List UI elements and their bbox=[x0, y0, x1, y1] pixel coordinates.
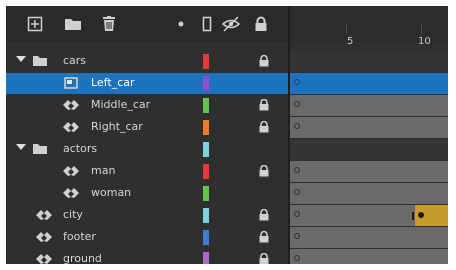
lock-icon[interactable] bbox=[258, 99, 270, 111]
frame-track-woman[interactable] bbox=[290, 183, 448, 204]
lock-icon[interactable] bbox=[258, 55, 270, 67]
tween-layer-icon bbox=[62, 120, 80, 134]
new-layer-icon[interactable] bbox=[26, 15, 44, 33]
empty-keyframe[interactable] bbox=[294, 211, 300, 217]
layer-name: man bbox=[91, 164, 116, 177]
layer-name: woman bbox=[91, 186, 132, 199]
outline-icon[interactable] bbox=[198, 15, 216, 33]
layer-color-swatch[interactable] bbox=[203, 164, 209, 179]
ruler-tick bbox=[346, 24, 347, 34]
timeline-panel: 5 10 cars Left_car Middle_car Right_car bbox=[6, 6, 448, 264]
layer-color-swatch[interactable] bbox=[203, 142, 209, 157]
layer-toolbar bbox=[6, 6, 288, 42]
layer-name: city bbox=[63, 208, 83, 221]
empty-keyframe[interactable] bbox=[294, 79, 300, 85]
layer-row-city[interactable]: city bbox=[6, 205, 288, 226]
frame-track-middle-car[interactable] bbox=[290, 95, 448, 116]
frame-track-city[interactable] bbox=[290, 205, 448, 226]
frame-number-10: 10 bbox=[418, 36, 431, 47]
tween-layer-icon bbox=[62, 98, 80, 112]
lock-icon[interactable] bbox=[258, 165, 270, 177]
layer-color-swatch[interactable] bbox=[203, 54, 209, 69]
highlight-dot-icon[interactable] bbox=[172, 15, 190, 33]
tween-layer-icon bbox=[62, 186, 80, 200]
empty-keyframe[interactable] bbox=[294, 167, 300, 173]
layer-name: Left_car bbox=[91, 76, 135, 89]
layer-row-cars[interactable]: cars bbox=[6, 51, 288, 72]
ruler-tick bbox=[421, 24, 422, 34]
layer-color-swatch[interactable] bbox=[203, 208, 209, 223]
layer-color-swatch[interactable] bbox=[203, 76, 209, 91]
layer-color-swatch[interactable] bbox=[203, 230, 209, 245]
layer-name: cars bbox=[63, 54, 87, 67]
frame-track-right-car[interactable] bbox=[290, 117, 448, 138]
empty-keyframe[interactable] bbox=[294, 189, 300, 195]
folder-icon bbox=[31, 54, 49, 68]
frame-ruler[interactable]: 5 10 bbox=[290, 6, 448, 47]
frame-marker bbox=[412, 212, 414, 220]
frame-track-ground[interactable] bbox=[290, 249, 448, 264]
lock-icon[interactable] bbox=[258, 121, 270, 133]
empty-keyframe[interactable] bbox=[294, 101, 300, 107]
frame-number-5: 5 bbox=[347, 36, 354, 47]
layer-row-middle-car[interactable]: Middle_car bbox=[6, 95, 288, 116]
layer-name: ground bbox=[63, 252, 102, 264]
layer-color-swatch[interactable] bbox=[203, 186, 209, 201]
layer-row-ground[interactable]: ground bbox=[6, 249, 288, 264]
layer-row-woman[interactable]: woman bbox=[6, 183, 288, 204]
keyframe[interactable] bbox=[418, 212, 424, 218]
disclosure-triangle-icon[interactable] bbox=[16, 56, 26, 62]
tween-layer-icon bbox=[35, 230, 53, 244]
layer-name: Right_car bbox=[91, 120, 143, 133]
layer-row-right-car[interactable]: Right_car bbox=[6, 117, 288, 138]
layer-row-actors[interactable]: actors bbox=[6, 139, 288, 160]
new-folder-icon[interactable] bbox=[64, 15, 82, 33]
visibility-icon[interactable] bbox=[222, 15, 240, 33]
layer-name: actors bbox=[63, 142, 98, 155]
tween-layer-icon bbox=[35, 208, 53, 222]
empty-keyframe[interactable] bbox=[294, 123, 300, 129]
lock-icon[interactable] bbox=[258, 231, 270, 243]
frame-track-left-car[interactable] bbox=[290, 73, 448, 94]
frame-track-footer[interactable] bbox=[290, 227, 448, 248]
layer-row-man[interactable]: man bbox=[6, 161, 288, 182]
tween-layer-icon bbox=[35, 252, 53, 264]
layer-color-swatch[interactable] bbox=[203, 252, 209, 264]
lock-icon[interactable] bbox=[252, 15, 270, 33]
lock-icon[interactable] bbox=[258, 253, 270, 264]
lock-icon[interactable] bbox=[258, 209, 270, 221]
layer-color-swatch[interactable] bbox=[203, 120, 209, 135]
movieclip-layer-icon bbox=[62, 76, 80, 90]
tween-layer-icon bbox=[62, 164, 80, 178]
disclosure-triangle-icon[interactable] bbox=[16, 144, 26, 150]
layer-name: Middle_car bbox=[91, 98, 151, 111]
layer-name: footer bbox=[63, 230, 96, 243]
layer-row-left-car[interactable]: Left_car bbox=[6, 73, 288, 94]
delete-layer-icon[interactable] bbox=[100, 15, 118, 33]
folder-icon bbox=[31, 142, 49, 156]
empty-keyframe[interactable] bbox=[294, 255, 300, 261]
frame-track-cars[interactable] bbox=[290, 51, 448, 72]
frame-track-man[interactable] bbox=[290, 161, 448, 182]
frame-track-actors[interactable] bbox=[290, 139, 448, 160]
empty-keyframe[interactable] bbox=[294, 233, 300, 239]
layer-row-footer[interactable]: footer bbox=[6, 227, 288, 248]
layer-color-swatch[interactable] bbox=[203, 98, 209, 113]
